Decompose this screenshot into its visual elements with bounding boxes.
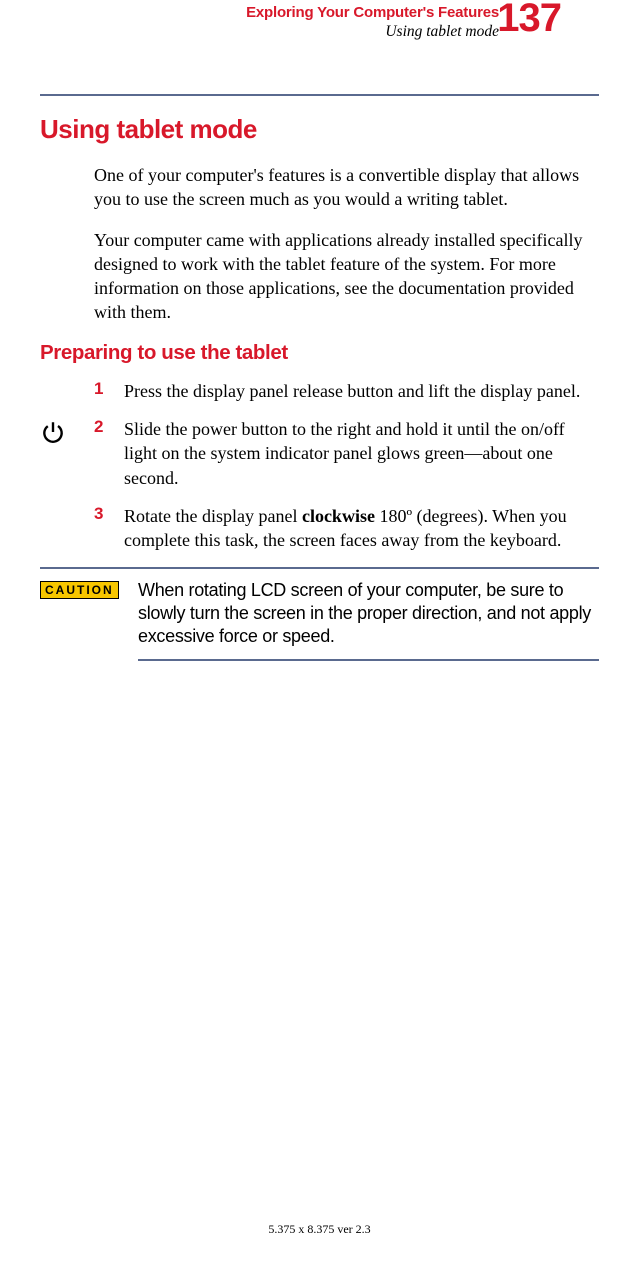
heading-using-tablet-mode: Using tablet mode — [40, 114, 599, 145]
step-row: 2 Slide the power button to the right an… — [40, 417, 599, 490]
page-number: 137 — [497, 0, 561, 41]
intro-paragraph-1: One of your computer's features is a con… — [94, 163, 599, 212]
step-text: Rotate the display panel clockwise 180º … — [124, 504, 599, 553]
heading-preparing-to-use-tablet: Preparing to use the tablet — [40, 341, 599, 365]
caution-badge: CAUTION — [40, 581, 119, 599]
chapter-title: Exploring Your Computer's Features — [246, 4, 499, 21]
footer-text: 5.375 x 8.375 ver 2.3 — [0, 1222, 639, 1237]
step-text-pre: Rotate the display panel — [124, 506, 302, 526]
step-number: 1 — [94, 379, 124, 399]
step-text: Slide the power button to the right and … — [124, 417, 599, 490]
step-number: 2 — [94, 417, 124, 437]
power-icon — [40, 419, 66, 450]
caution-block: CAUTION When rotating LCD screen of your… — [40, 579, 599, 649]
step-text: Press the display panel release button a… — [124, 379, 599, 403]
header-section-title: Using tablet mode — [246, 23, 499, 41]
divider-caution-bottom — [138, 659, 599, 661]
divider-caution-top — [40, 567, 599, 569]
divider-top — [40, 94, 599, 96]
step-row: 3 Rotate the display panel clockwise 180… — [40, 504, 599, 553]
page-header: Exploring Your Computer's Features Using… — [40, 0, 599, 56]
intro-paragraph-2: Your computer came with applications alr… — [94, 228, 599, 325]
step-text-bold: clockwise — [302, 506, 375, 526]
step-row: 1 Press the display panel release button… — [40, 379, 599, 403]
step-number: 3 — [94, 504, 124, 524]
caution-text: When rotating LCD screen of your compute… — [138, 579, 599, 649]
